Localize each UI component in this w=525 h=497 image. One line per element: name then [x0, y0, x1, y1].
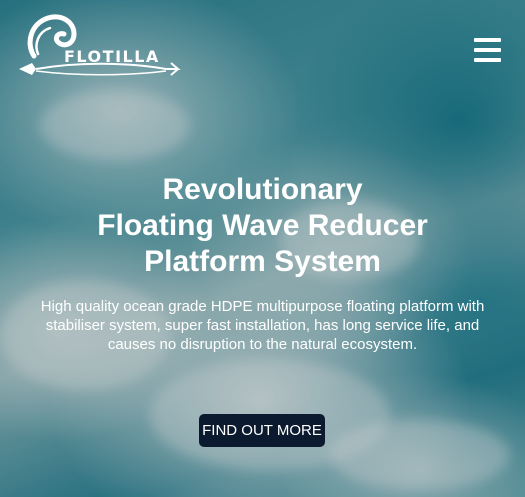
hero-title-line: Floating Wave Reducer — [97, 209, 428, 242]
hamburger-menu-icon[interactable] — [474, 38, 501, 64]
hero-title: Revolutionary Floating Wave Reducer Plat… — [0, 172, 525, 280]
hero-subtitle: High quality ocean grade HDPE multipurpo… — [40, 298, 485, 353]
flotilla-logo[interactable]: FLOTILLA — [16, 14, 181, 80]
hero-title-line: Revolutionary — [162, 173, 363, 206]
logo-text: FLOTILLA — [64, 47, 160, 66]
hero-title-line: Platform System — [144, 245, 381, 278]
hero-content: Revolutionary Floating Wave Reducer Plat… — [0, 172, 525, 354]
find-out-more-button[interactable]: FIND OUT MORE — [199, 414, 325, 447]
